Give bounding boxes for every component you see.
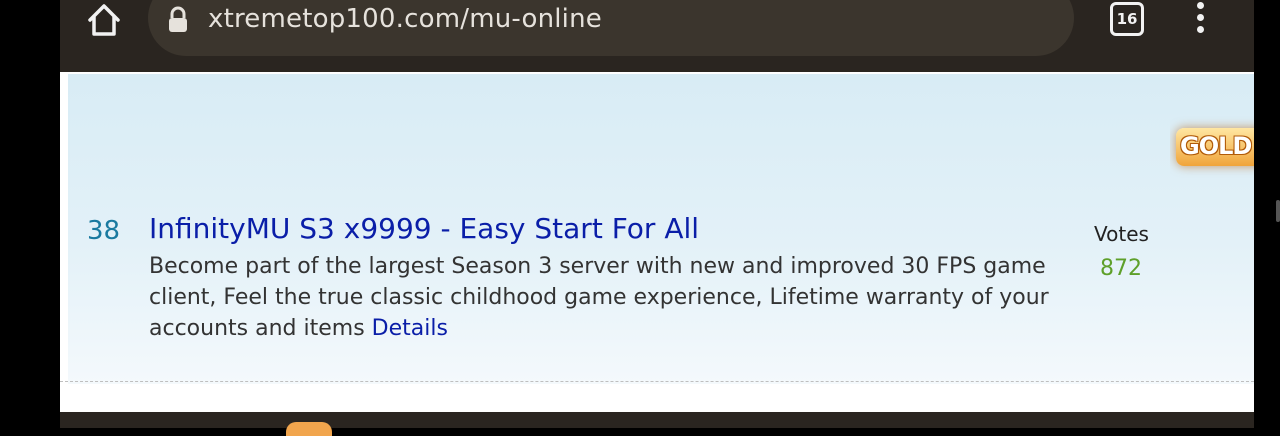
screen-left-edge <box>0 0 60 428</box>
lock-icon <box>169 6 187 32</box>
home-icon[interactable] <box>84 0 124 40</box>
votes-count: 872 <box>1100 256 1142 281</box>
gold-badge: GOLD <box>1170 110 1254 190</box>
votes-label: Votes <box>1094 222 1149 246</box>
server-title-link[interactable]: InfinityMU S3 x9999 - Easy Start For All <box>149 212 699 245</box>
gold-badge-text: GOLD <box>1180 132 1252 160</box>
next-listing-logo-peek <box>286 422 332 436</box>
address-bar-url[interactable]: xtremetop100.com/mu-online <box>208 4 602 34</box>
more-vert-icon[interactable] <box>1194 2 1208 36</box>
server-rank: 38 <box>87 216 121 246</box>
server-description-text: Become part of the largest Season 3 serv… <box>149 254 1049 341</box>
tab-switcher-button[interactable]: 16 <box>1110 2 1144 36</box>
details-link[interactable]: Details <box>372 316 448 341</box>
server-description: Become part of the largest Season 3 serv… <box>149 251 1069 344</box>
bottom-bar <box>60 412 1254 428</box>
listing-divider <box>60 381 1254 382</box>
scrollbar-thumb[interactable] <box>1276 200 1280 222</box>
